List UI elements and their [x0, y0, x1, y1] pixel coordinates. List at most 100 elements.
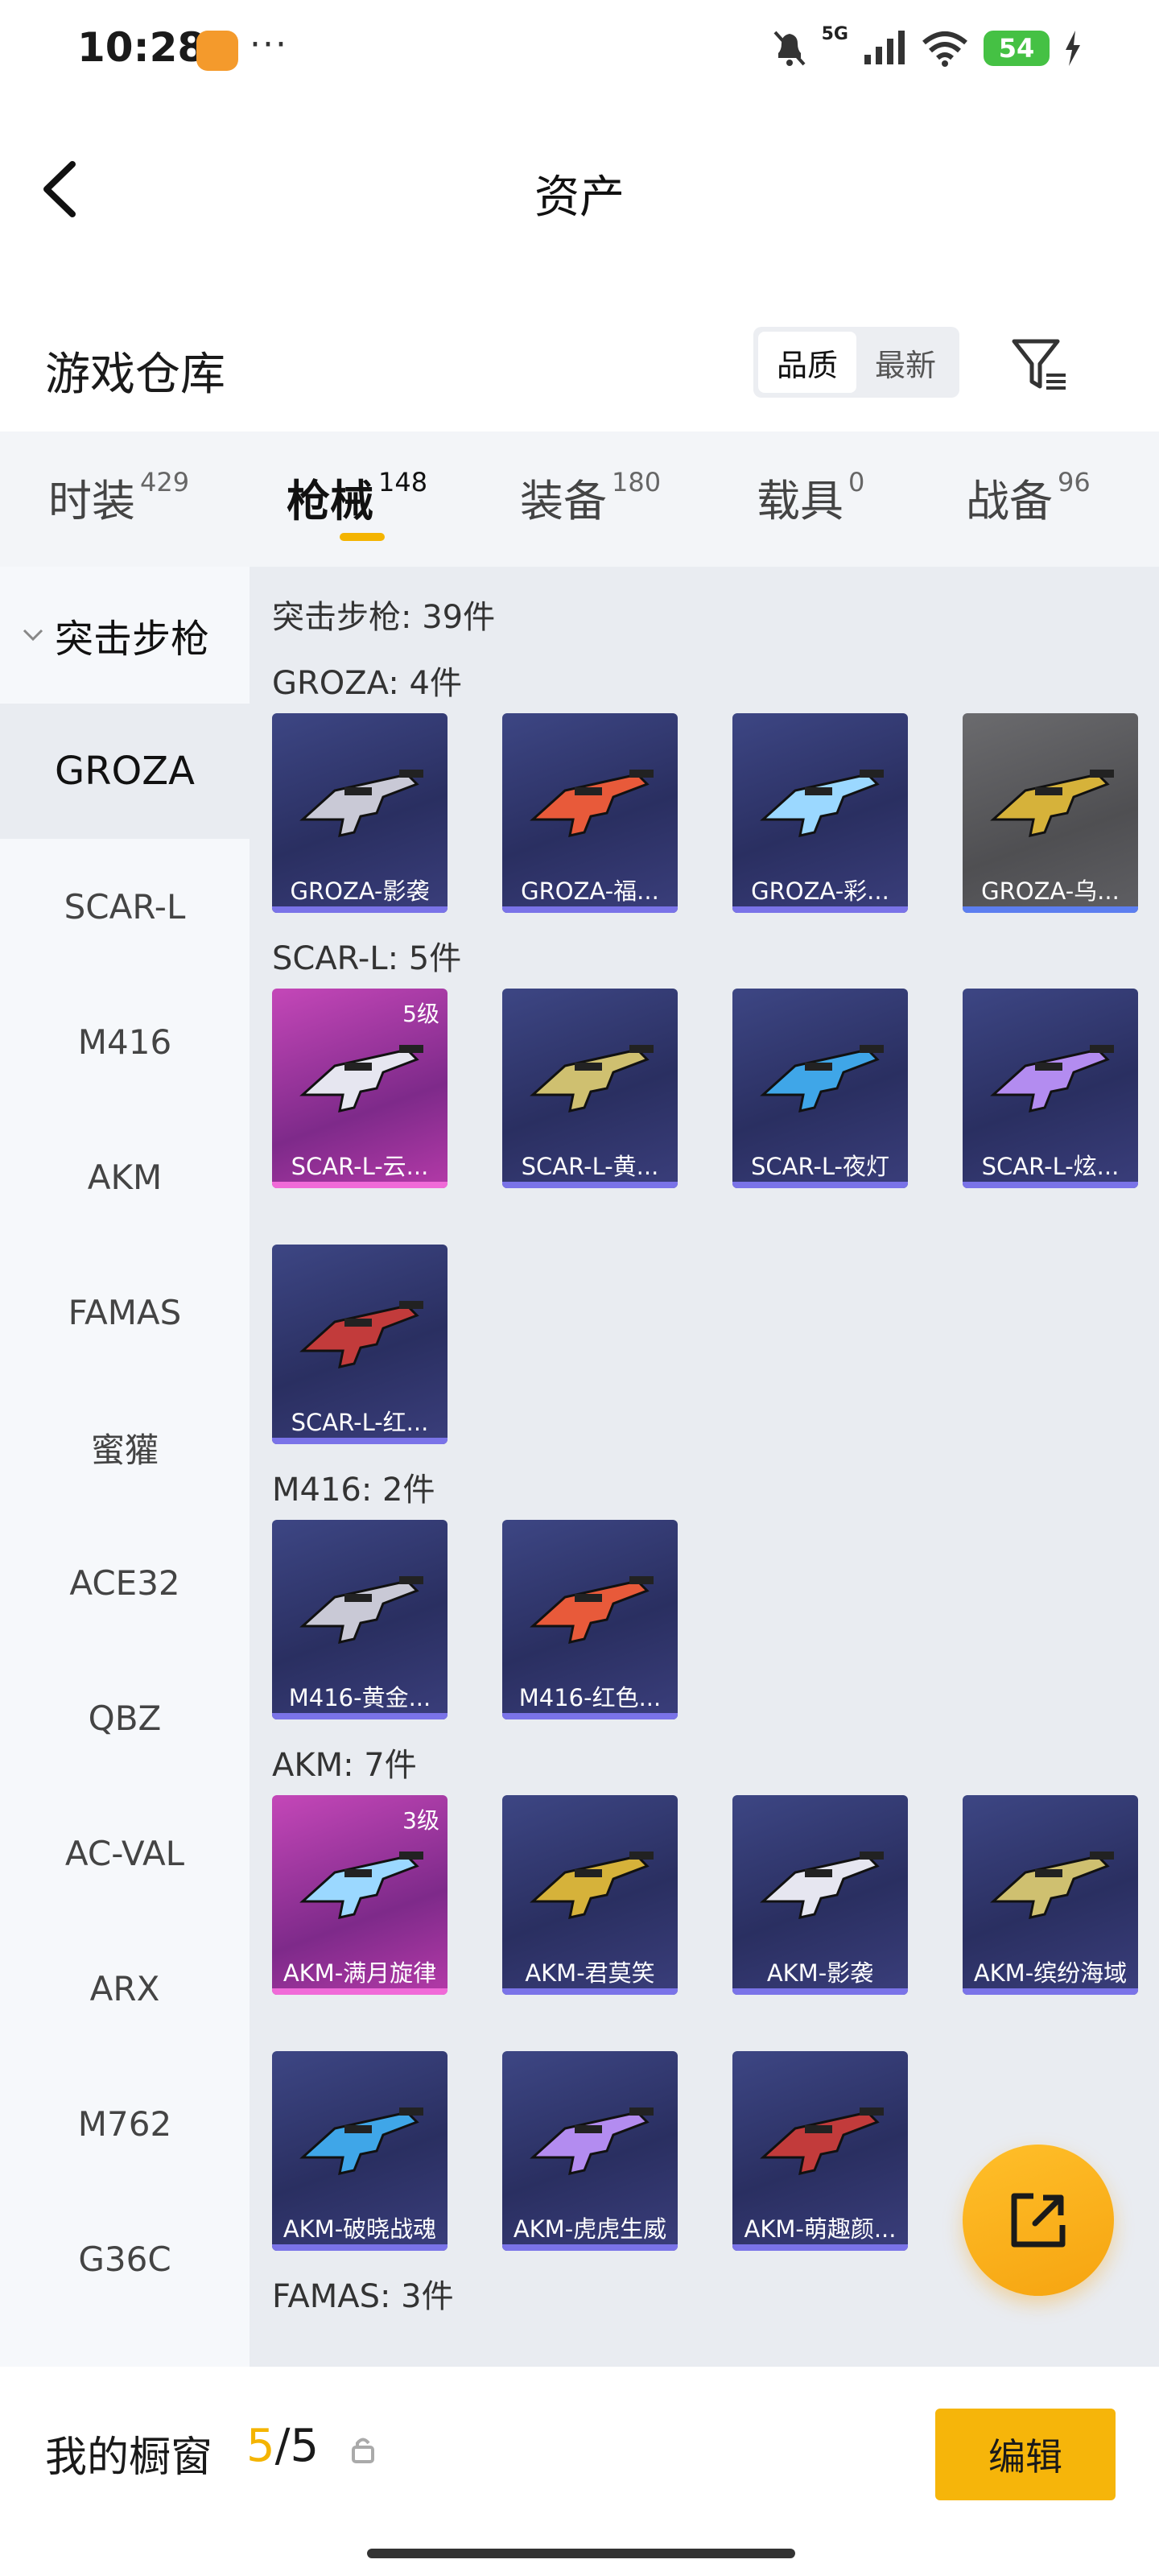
sort-toggle: 品质 最新 — [753, 327, 959, 398]
weapon-skin-icon — [530, 1576, 654, 1644]
sidebar-item-ac-val[interactable]: AC-VAL — [0, 1785, 250, 1921]
network-type-label: 5G — [821, 24, 848, 44]
weapon-skin-icon — [530, 1045, 654, 1113]
weapon-card[interactable]: SCAR-L-黄... — [502, 989, 678, 1188]
group-title: SCAR-L: 5件 — [272, 940, 462, 977]
sidebar-item-m762[interactable]: M762 — [0, 2056, 250, 2191]
weapon-skin-icon — [760, 2107, 884, 2175]
weapon-name: SCAR-L-夜灯 — [750, 1153, 890, 1180]
weapon-name: M416-黄金... — [288, 1684, 431, 1711]
weapon-card[interactable]: SCAR-L-红... — [272, 1245, 448, 1444]
app-notification-icon — [196, 31, 238, 71]
weapon-skin-icon — [760, 770, 884, 837]
sidebar-item-m416[interactable]: M416 — [0, 974, 250, 1109]
charging-icon — [1066, 31, 1080, 66]
signal-icon — [864, 31, 905, 64]
sidebar-item-qbz[interactable]: QBZ — [0, 1650, 250, 1785]
page-title: 资产 — [534, 171, 625, 224]
weapon-card[interactable]: AKM-君莫笑 — [502, 1795, 678, 1995]
group-title: FAMAS: 3件 — [272, 2278, 454, 2315]
weapon-card[interactable]: AKM-虎虎生威 — [502, 2051, 678, 2251]
weapon-card[interactable]: AKM-缤纷海域 — [963, 1795, 1138, 1995]
home-indicator — [367, 2549, 795, 2558]
tab-vehicles[interactable]: 载具 0 — [757, 465, 864, 529]
quality-bar — [732, 2244, 908, 2251]
sort-quality-option[interactable]: 品质 — [758, 332, 856, 393]
sidebar-item-honey-badger[interactable]: 蜜獾 — [0, 1380, 250, 1515]
quality-bar — [272, 1438, 448, 1444]
quality-bar — [502, 2244, 678, 2251]
weapon-card[interactable]: M416-红色... — [502, 1520, 678, 1719]
active-tab-indicator — [340, 533, 385, 541]
weapon-name: GROZA-福... — [521, 877, 659, 905]
sidebar-item-groza[interactable]: GROZA — [0, 704, 250, 839]
weapon-name: SCAR-L-炫... — [981, 1153, 1120, 1180]
quality-bar — [502, 906, 678, 913]
sort-newest-option[interactable]: 最新 — [856, 332, 955, 393]
weapon-card[interactable]: M416-黄金... — [272, 1520, 448, 1719]
weapon-name: AKM-影袭 — [766, 1959, 874, 1987]
showcase-total: /5 — [274, 2420, 320, 2472]
weapon-card[interactable]: 3级 AKM-满月旋律 — [272, 1795, 448, 1995]
weapon-card[interactable]: SCAR-L-炫... — [963, 989, 1138, 1188]
sidebar-item-g36c[interactable]: G36C — [0, 2191, 250, 2326]
nav-bar: 资产 — [0, 105, 1159, 274]
battery-indicator: 54 — [984, 31, 1050, 66]
weapon-card[interactable]: AKM-破晓战魂 — [272, 2051, 448, 2251]
weapon-card[interactable]: GROZA-福... — [502, 713, 678, 913]
weapon-level-badge: 5级 — [402, 1001, 439, 1027]
quality-bar — [732, 906, 908, 913]
filter-button[interactable] — [1008, 333, 1072, 398]
weapon-card[interactable]: AKM-萌趣颜... — [732, 2051, 908, 2251]
weapon-skin-icon — [760, 1045, 884, 1113]
quality-bar — [732, 1988, 908, 1995]
sidebar-category-assault-rifle[interactable]: 突击步枪 — [0, 599, 250, 671]
filter-icon — [1012, 339, 1066, 390]
tab-supplies[interactable]: 战备 96 — [966, 465, 1091, 529]
sidebar-item-arx[interactable]: ARX — [0, 1921, 250, 2056]
weapon-card[interactable]: 5级 SCAR-L-云... — [272, 989, 448, 1188]
weapon-name: AKM-破晓战魂 — [283, 2215, 437, 2243]
weapon-skin-icon — [530, 1852, 654, 1919]
warehouse-header: 游戏仓库 品质 最新 — [0, 306, 1159, 419]
weapon-skin-icon — [299, 2107, 423, 2175]
group-title: M416: 2件 — [272, 1472, 435, 1509]
quality-bar — [272, 1988, 448, 1995]
group-title: GROZA: 4件 — [272, 665, 462, 702]
weapon-skin-icon — [299, 1852, 423, 1919]
sidebar-item-scar-l[interactable]: SCAR-L — [0, 839, 250, 974]
quality-bar — [272, 906, 448, 913]
weapon-name: AKM-虎虎生威 — [513, 2215, 667, 2243]
share-button[interactable] — [963, 2145, 1114, 2296]
weapon-skin-icon — [530, 2107, 654, 2175]
lock-icon — [352, 2438, 374, 2463]
weapon-skin-icon — [299, 1301, 423, 1368]
weapon-skin-icon — [990, 1852, 1114, 1919]
quality-bar — [272, 2244, 448, 2251]
tab-equipment[interactable]: 装备 180 — [520, 465, 661, 529]
weapon-card[interactable]: SCAR-L-夜灯 — [732, 989, 908, 1188]
weapon-skin-icon — [299, 1045, 423, 1113]
status-time: 10:28 — [77, 24, 206, 71]
showcase-bar: 我的橱窗 5/5 编辑 — [0, 2367, 1159, 2576]
weapon-name: AKM-满月旋律 — [283, 1959, 437, 1987]
tab-fashion[interactable]: 时装 429 — [48, 465, 189, 529]
weapon-card[interactable]: GROZA-乌... — [963, 713, 1138, 913]
weapon-skin-icon — [990, 770, 1114, 837]
weapon-name: SCAR-L-黄... — [521, 1153, 659, 1180]
category-summary: 突击步枪: 39件 — [272, 599, 496, 636]
quality-bar — [502, 1713, 678, 1719]
sidebar-item-ace32[interactable]: ACE32 — [0, 1515, 250, 1650]
sidebar-item-famas[interactable]: FAMAS — [0, 1245, 250, 1380]
weapon-card[interactable]: AKM-影袭 — [732, 1795, 908, 1995]
weapon-card[interactable]: GROZA-彩... — [732, 713, 908, 913]
quality-bar — [732, 1182, 908, 1188]
sidebar-item-akm[interactable]: AKM — [0, 1109, 250, 1245]
warehouse-title: 游戏仓库 — [45, 349, 225, 401]
quality-bar — [502, 1988, 678, 1995]
weapon-card[interactable]: GROZA-影袭 — [272, 713, 448, 913]
tab-firearms[interactable]: 枪械 148 — [287, 465, 427, 529]
edit-button[interactable]: 编辑 — [935, 2409, 1116, 2500]
weapon-name: GROZA-影袭 — [290, 877, 430, 905]
quality-bar — [502, 1182, 678, 1188]
